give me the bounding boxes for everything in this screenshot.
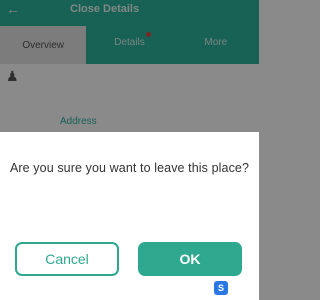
ok-button[interactable]: OK bbox=[138, 242, 242, 276]
leave-confirm-dialog: Are you sure you want to leave this plac… bbox=[0, 132, 259, 300]
dialog-message: Are you sure you want to leave this plac… bbox=[9, 161, 250, 175]
cancel-button[interactable]: Cancel bbox=[15, 242, 119, 276]
watermark-logo-icon: S bbox=[214, 281, 228, 295]
watermark: S bbox=[212, 277, 258, 299]
